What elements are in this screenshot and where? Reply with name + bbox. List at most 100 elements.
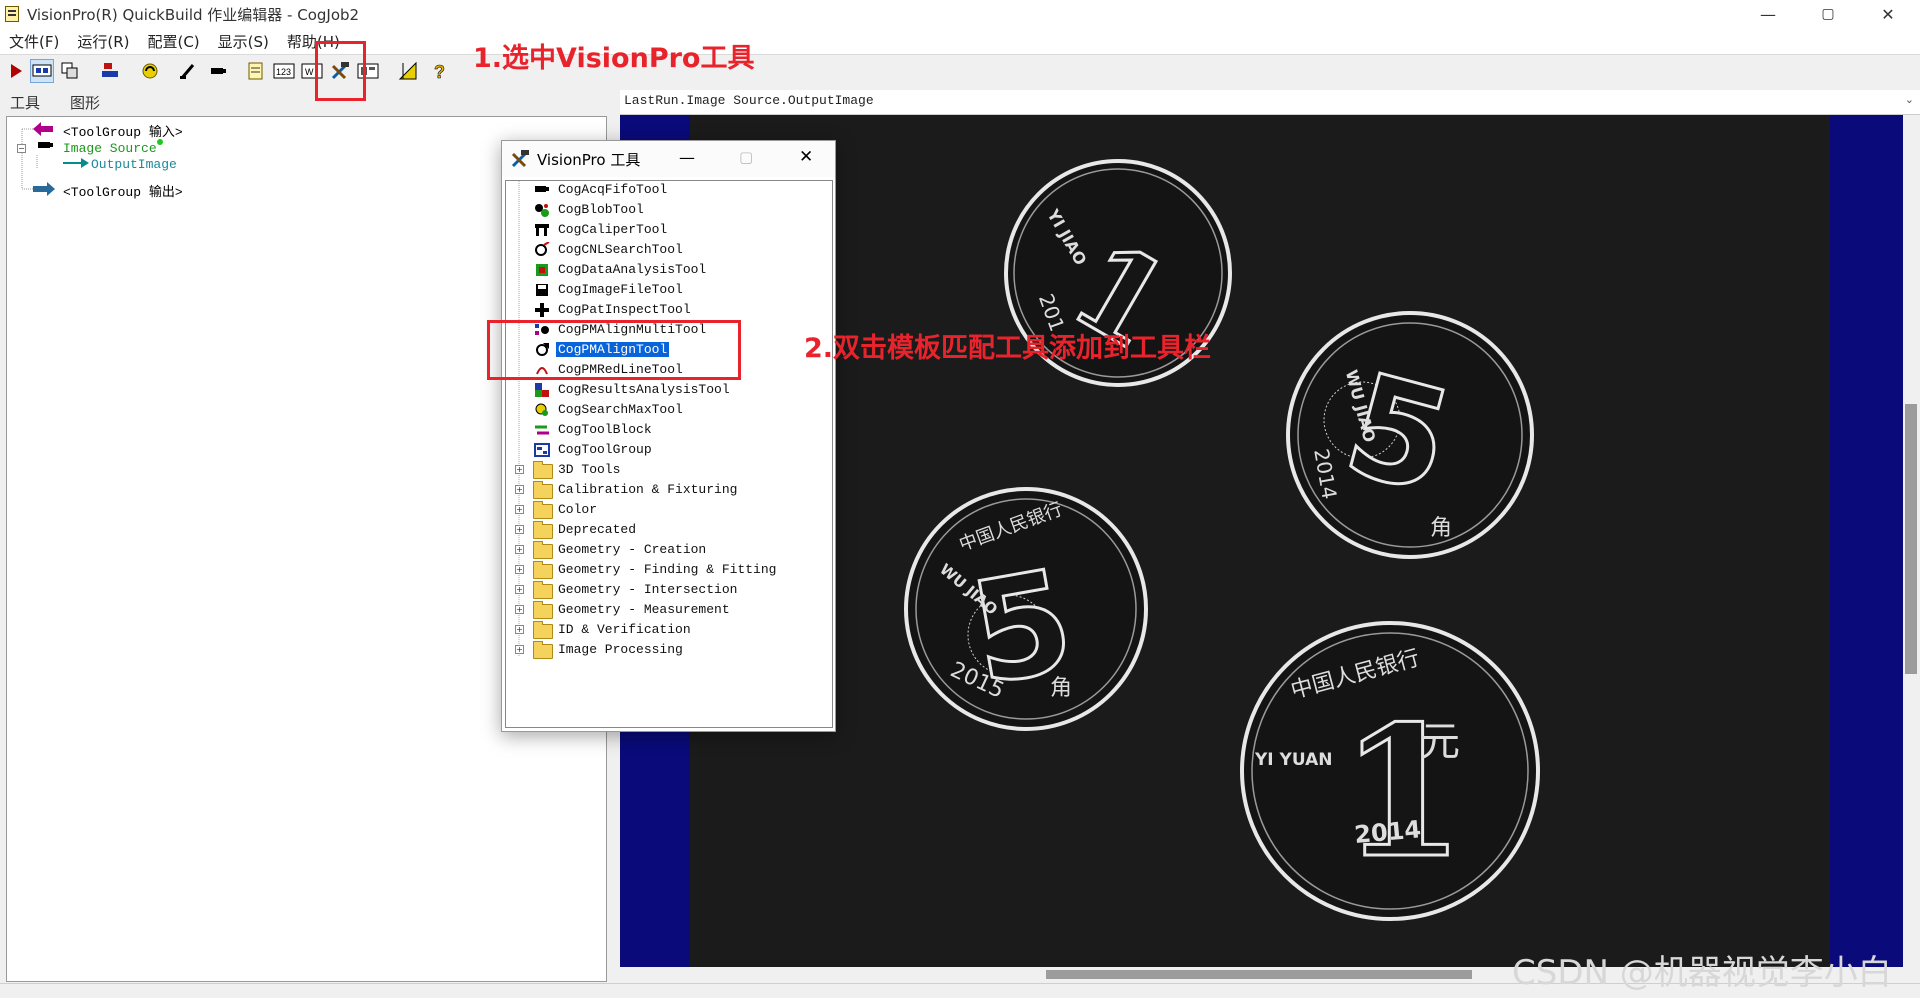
menu-run[interactable]: 运行(R) bbox=[68, 31, 138, 52]
job-view-button[interactable] bbox=[30, 59, 54, 83]
expand-icon[interactable]: + bbox=[515, 645, 524, 654]
output-arrow-icon bbox=[63, 158, 89, 168]
status-dot-icon bbox=[157, 139, 163, 145]
folder-item[interactable]: Color bbox=[558, 501, 597, 519]
results-analysis-icon bbox=[535, 383, 549, 397]
tree-input-group[interactable]: <ToolGroup 输入> bbox=[63, 121, 183, 140]
dialog-minimize-button[interactable]: — bbox=[679, 148, 695, 167]
help-button[interactable]: ? bbox=[428, 59, 452, 83]
camera-icon bbox=[211, 68, 226, 74]
tool-item[interactable]: CogToolBlock bbox=[558, 421, 652, 439]
copy-icon bbox=[61, 62, 78, 79]
folder-item[interactable]: Calibration & Fixturing bbox=[558, 481, 737, 499]
measure-button[interactable] bbox=[396, 59, 420, 83]
coin-5jiao-b-char: 角 bbox=[1050, 676, 1072, 701]
tool-list: CogAcqFifoTool CogBlobTool CogCaliperToo… bbox=[505, 180, 833, 728]
image-display-header: LastRun.Image Source.OutputImage ⌄ bbox=[620, 90, 1920, 115]
menu-config[interactable]: 配置(C) bbox=[138, 31, 208, 52]
title-bar: VisionPro(R) QuickBuild 作业编辑器 - CogJob2 … bbox=[0, 0, 1920, 28]
horizontal-scroll-thumb[interactable] bbox=[1046, 970, 1472, 979]
folder-item[interactable]: Geometry - Creation bbox=[558, 541, 706, 559]
tool-item[interactable]: CogToolGroup bbox=[558, 441, 652, 459]
coin-image: 1 YI JIAO 201 5 WU JIAO 2014 角 5 WU JIAO bbox=[690, 115, 1830, 967]
coin-1yuan-pinyin: YI YUAN bbox=[1254, 750, 1333, 770]
menu-bar: 文件(F) 运行(R) 配置(C) 显示(S) 帮助(H) bbox=[0, 28, 1920, 54]
vertical-scroll-thumb[interactable] bbox=[1905, 404, 1917, 674]
dialog-title-bar: VisionPro 工具 — ▢ ✕ bbox=[502, 141, 835, 177]
expand-icon[interactable]: + bbox=[515, 545, 524, 554]
camera-icon bbox=[38, 142, 53, 148]
folder-icon bbox=[533, 501, 553, 519]
dialog-close-button[interactable]: ✕ bbox=[799, 147, 813, 167]
maximize-button[interactable]: ▢ bbox=[1805, 0, 1851, 28]
caliper-icon bbox=[535, 224, 549, 236]
menu-file[interactable]: 文件(F) bbox=[0, 31, 68, 52]
tool-item[interactable]: CogResultsAnalysisTool bbox=[558, 381, 730, 399]
tree-output-group[interactable]: <ToolGroup 输出> bbox=[63, 181, 183, 200]
visionpro-tools-dialog: VisionPro 工具 — ▢ ✕ CogAcqFifoTool CogBlo… bbox=[501, 140, 836, 732]
coin-5jiao-left: 5 WU JIAO 2015 角 中国人民银行 bbox=[904, 487, 1148, 731]
brush-icon bbox=[180, 64, 195, 79]
coin-5jiao-right: 5 WU JIAO 2014 角 bbox=[1286, 311, 1534, 559]
expand-icon[interactable]: + bbox=[515, 485, 524, 494]
draw-button[interactable] bbox=[176, 59, 200, 83]
annotation-box-pmalign bbox=[487, 320, 741, 380]
counter-icon: 123 bbox=[273, 63, 295, 79]
svg-text:W: W bbox=[305, 67, 314, 77]
tool-item[interactable]: CogImageFileTool bbox=[558, 281, 683, 299]
camera-button[interactable] bbox=[206, 59, 230, 83]
svg-text:123: 123 bbox=[276, 67, 291, 77]
coins-photo: 1 YI JIAO 201 5 WU JIAO 2014 角 5 WU JIAO bbox=[904, 159, 1540, 921]
play-icon bbox=[11, 64, 22, 78]
refresh-button[interactable] bbox=[138, 59, 162, 83]
toolgroup-icon bbox=[534, 443, 550, 457]
menu-view[interactable]: 显示(S) bbox=[209, 31, 278, 52]
question-icon: ? bbox=[434, 62, 446, 82]
reset-icon bbox=[102, 63, 118, 77]
watermark: CSDN @机器视觉李小白 bbox=[1512, 953, 1892, 993]
expand-icon[interactable]: + bbox=[515, 525, 524, 534]
collapse-image-source[interactable]: − bbox=[17, 144, 26, 153]
folder-item[interactable]: Image Processing bbox=[558, 641, 683, 659]
coin-1yuan: 1 YI YUAN 元 2014 中国人民银行 bbox=[1240, 621, 1540, 921]
expand-icon[interactable]: + bbox=[515, 505, 524, 514]
tree-output-image[interactable]: OutputImage bbox=[91, 157, 177, 172]
tool-item[interactable]: CogDataAnalysisTool bbox=[558, 261, 706, 279]
folder-item[interactable]: ID & Verification bbox=[558, 621, 691, 639]
annotation-box-tools-button bbox=[315, 41, 366, 101]
tool-item[interactable]: CogSearchMaxTool bbox=[558, 401, 683, 419]
folder-item[interactable]: Deprecated bbox=[558, 521, 636, 539]
window-title: VisionPro(R) QuickBuild 作业编辑器 - CogJob2 bbox=[27, 5, 360, 24]
expand-icon[interactable]: + bbox=[515, 565, 524, 574]
tool-item[interactable]: CogCaliperTool bbox=[558, 221, 667, 239]
tab-tools[interactable]: 工具 bbox=[10, 92, 40, 113]
expand-icon[interactable]: + bbox=[515, 625, 524, 634]
searchmax-icon bbox=[535, 403, 548, 416]
folder-item[interactable]: Geometry - Intersection bbox=[558, 581, 737, 599]
toolblock-icon bbox=[535, 425, 549, 435]
folder-item[interactable]: Geometry - Finding & Fitting bbox=[558, 561, 776, 579]
expand-icon[interactable]: + bbox=[515, 585, 524, 594]
tab-graphics[interactable]: 图形 bbox=[70, 92, 100, 113]
tool-item[interactable]: CogCNLSearchTool bbox=[558, 241, 683, 259]
tool-item[interactable]: CogPatInspectTool bbox=[558, 301, 691, 319]
tool-item[interactable]: CogAcqFifoTool bbox=[558, 181, 667, 199]
acqfifo-icon bbox=[535, 186, 549, 192]
tool-item[interactable]: CogBlobTool bbox=[558, 201, 644, 219]
toolbar: 123 W ? bbox=[0, 54, 1920, 89]
copy-button[interactable] bbox=[58, 59, 82, 83]
minimize-button[interactable]: — bbox=[1745, 0, 1791, 28]
notes-button[interactable] bbox=[244, 59, 268, 83]
expand-icon[interactable]: + bbox=[515, 605, 524, 614]
chevron-down-icon[interactable]: ⌄ bbox=[1905, 93, 1914, 106]
coin-5jiao-a-char: 角 bbox=[1430, 516, 1452, 541]
expand-icon[interactable]: + bbox=[515, 465, 524, 474]
close-button[interactable]: ✕ bbox=[1865, 0, 1911, 28]
counter-button[interactable]: 123 bbox=[272, 59, 296, 83]
folder-icon bbox=[533, 541, 553, 559]
run-once-button[interactable] bbox=[4, 59, 28, 83]
folder-item[interactable]: Geometry - Measurement bbox=[558, 601, 730, 619]
folder-item[interactable]: 3D Tools bbox=[558, 461, 620, 479]
reset-button[interactable] bbox=[98, 59, 122, 83]
tree-image-source[interactable]: Image Source bbox=[63, 141, 157, 156]
